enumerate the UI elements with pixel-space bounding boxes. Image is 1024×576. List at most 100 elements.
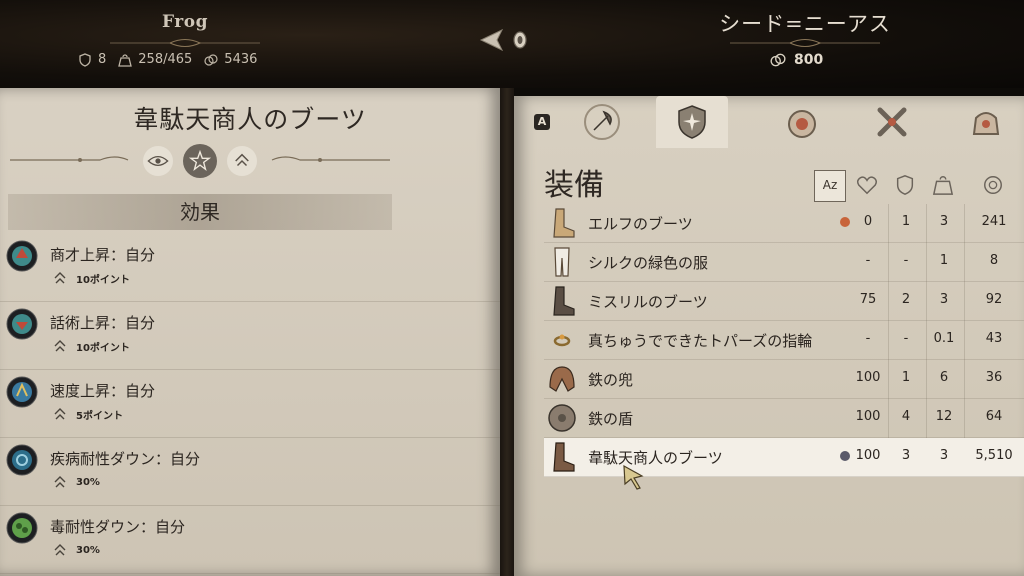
item-name: 鉄の盾 (588, 410, 634, 428)
armor-value: 1 (901, 214, 911, 229)
shield-icon (79, 52, 91, 67)
effect-value: 10ポイント (52, 338, 130, 354)
tab-weapons[interactable] (566, 96, 638, 148)
back-arrow-icon[interactable] (478, 28, 504, 52)
top-bar: Frog 8 258/465 5436 シード=ニーアス 800 (0, 0, 1024, 88)
item-table: エルフのブーツ 0 1 3 241 シルクの緑色の服 - - 1 8 ミスリルの… (544, 204, 1024, 477)
poison-resist-icon (6, 512, 38, 544)
armor-value: 3 (901, 448, 911, 463)
effects-header: 効果 (8, 194, 392, 230)
effect-value: 30% (52, 474, 100, 490)
section-title: 装備 (544, 168, 604, 203)
price-value: 43 (985, 331, 1003, 346)
item-name: シルクの緑色の服 (588, 254, 709, 272)
armor-value: - (903, 253, 909, 268)
table-row-selected[interactable]: 韋駄天商人のブーツ 100 3 3 5,510 (544, 438, 1024, 477)
boots-icon (553, 208, 575, 238)
coin-toggle-icon[interactable] (512, 30, 528, 50)
price-value: 92 (985, 292, 1003, 307)
tab-misc[interactable] (950, 96, 1022, 148)
weight-stat: 258/465 (118, 52, 192, 67)
eye-icon (147, 155, 169, 167)
hp-value: - (865, 331, 871, 346)
shield-emblem-icon (678, 105, 706, 139)
effect-row: 毒耐性ダウン：自分 30% (0, 506, 500, 574)
boots-icon (553, 286, 575, 316)
effect-value: 30% (52, 542, 100, 558)
effect-value: 5ポイント (52, 406, 123, 422)
sort-button[interactable]: Az (814, 170, 846, 202)
coin-icon (770, 53, 786, 67)
item-name: 真ちゅうでできたトパーズの指輪 (588, 332, 813, 350)
item-name: 韋駄天商人のブーツ (588, 449, 723, 467)
bag-icon (972, 112, 1000, 135)
effect-name: 速度上昇：自分 (50, 382, 156, 400)
upgrade-icon (235, 153, 249, 167)
upgrade-icon (54, 272, 66, 284)
armor-value: 4 (901, 409, 911, 424)
tab-equipment[interactable] (656, 96, 728, 148)
potion-icon (788, 110, 816, 138)
hp-value: 100 (855, 448, 881, 463)
table-row[interactable]: 真ちゅうでできたトパーズの指輪 - - 0.1 43 (544, 321, 1024, 360)
effect-name: 商才上昇：自分 (50, 246, 156, 264)
boots-icon (553, 442, 575, 472)
armor-value: 2 (901, 292, 911, 307)
key-hint-a: A (534, 114, 550, 130)
upgrade-icon (54, 476, 66, 488)
speech-skill-icon (6, 308, 38, 340)
coin-icon (204, 53, 218, 66)
effect-amount: 10ポイント (76, 274, 130, 286)
effect-row: 速度上昇：自分 5ポイント (0, 370, 500, 438)
table-row[interactable]: シルクの緑色の服 - - 1 8 (544, 243, 1024, 282)
armor-value: 1 (901, 370, 911, 385)
price-value: 5,510 (975, 448, 1013, 463)
weight-value: 12 (935, 409, 953, 424)
player-stats: 8 258/465 5436 (78, 52, 257, 67)
axe-icon (584, 104, 620, 140)
effect-row: 疾病耐性ダウン：自分 30% (0, 438, 500, 506)
column-price[interactable] (978, 170, 1008, 200)
pants-icon (554, 247, 570, 277)
ornament-right-icon (271, 156, 390, 162)
effect-row: 商才上昇：自分 10ポイント (0, 234, 500, 302)
table-row[interactable]: エルフのブーツ 0 1 3 241 (544, 204, 1024, 243)
tab-overview[interactable] (143, 146, 173, 176)
weight-icon (118, 53, 133, 67)
effect-amount: 30% (76, 544, 100, 556)
effect-value: 10ポイント (52, 270, 130, 286)
pointer-cursor-icon (623, 464, 644, 490)
table-row[interactable]: 鉄の盾 100 4 12 64 (544, 399, 1024, 438)
round-shield-icon (548, 404, 576, 432)
item-title: 韋駄天商人のブーツ (133, 105, 367, 134)
weight-value: 258/465 (138, 52, 193, 67)
weight-value: 6 (939, 370, 949, 385)
weight-value: 3 (939, 292, 949, 307)
price-value: 8 (989, 253, 999, 268)
armor-value: 8 (98, 52, 107, 67)
item-name: 鉄の兜 (588, 371, 634, 389)
item-name: ミスリルのブーツ (588, 293, 708, 311)
column-weight[interactable] (928, 170, 958, 200)
hp-value: 100 (855, 409, 881, 424)
table-row[interactable]: ミスリルのブーツ 75 2 3 92 (544, 282, 1024, 321)
weight-icon (932, 176, 954, 195)
price-value: 64 (985, 409, 1003, 424)
speed-skill-icon (6, 376, 38, 408)
tab-effects[interactable] (183, 144, 217, 178)
column-hp[interactable] (852, 170, 882, 200)
effect-name: 毒耐性ダウン：自分 (50, 518, 186, 536)
tab-consumables[interactable] (766, 96, 838, 148)
tools-icon (877, 107, 907, 137)
tab-upgrade[interactable] (227, 146, 257, 176)
item-name: エルフのブーツ (588, 215, 693, 233)
upgrade-icon (54, 340, 66, 352)
effect-amount: 30% (76, 476, 100, 488)
column-armor[interactable] (890, 170, 920, 200)
hp-value: - (865, 253, 871, 268)
tab-tools[interactable] (856, 96, 928, 148)
disease-resist-icon (6, 444, 38, 476)
item-detail-panel: 韋駄天商人のブーツ 効果 商才上昇：自分 10ポイント 話術上昇：自分 10ポイ… (0, 88, 500, 576)
merchant-name: シード=ニーアス (719, 12, 891, 36)
table-row[interactable]: 鉄の兜 100 1 6 36 (544, 360, 1024, 399)
